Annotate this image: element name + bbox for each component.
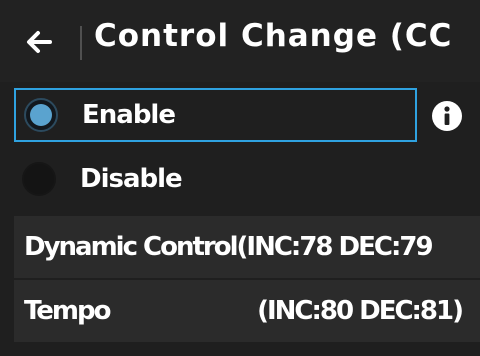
info-button[interactable] <box>430 99 464 133</box>
radio-button-unchecked[interactable] <box>22 162 56 196</box>
header-bar: Control Change (CC <box>0 0 480 82</box>
header-divider <box>80 26 82 60</box>
list-item-dynamic-control[interactable]: Dynamic Control(INC:78 DEC:79 <box>14 216 480 278</box>
list-item-label: Dynamic Control(INC:78 DEC:79 <box>24 232 434 262</box>
control-change-screen: Control Change (CC Enable Disable Dynami… <box>0 0 480 356</box>
info-icon <box>432 101 462 131</box>
radio-label-disable: Disable <box>80 164 183 194</box>
radio-label-enable: Enable <box>82 100 176 130</box>
list-item-label: Tempo <box>24 296 111 326</box>
list-item-tempo[interactable]: Tempo (INC:80 DEC:81) <box>14 280 480 342</box>
radio-button-checked[interactable] <box>24 98 58 132</box>
radio-option-enable[interactable]: Enable <box>14 88 417 142</box>
list-item-value: (INC:80 DEC:81) <box>257 296 464 326</box>
radio-option-disable[interactable]: Disable <box>14 152 417 206</box>
back-button[interactable] <box>20 22 64 62</box>
page-title: Control Change (CC <box>94 18 453 54</box>
arrow-left-icon <box>27 31 52 53</box>
